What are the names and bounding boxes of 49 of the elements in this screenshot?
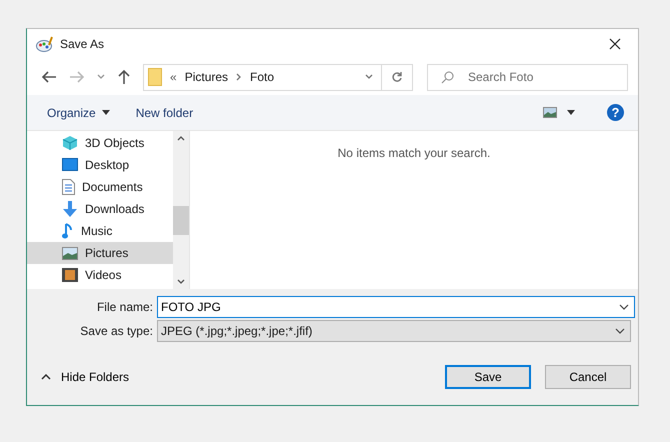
caret-icon [102, 110, 110, 115]
window-title: Save As [60, 37, 104, 51]
organize-menu-button[interactable]: Organize [39, 102, 118, 124]
chevron-down-icon[interactable] [619, 304, 629, 310]
breadcrumb-item[interactable]: Pictures [184, 70, 228, 84]
file-name-field[interactable]: FOTO JPG [157, 296, 635, 318]
sidebar-item[interactable]: Pictures [27, 242, 173, 264]
back-arrow-icon[interactable] [41, 70, 57, 84]
sidebar-item[interactable]: Downloads [27, 198, 173, 220]
breadcrumb-item[interactable]: Foto [250, 70, 274, 84]
save-button[interactable]: Save [445, 365, 531, 389]
sidebar-item[interactable]: Documents [27, 176, 173, 198]
picture-icon [62, 246, 78, 260]
down-arrow-icon [62, 201, 78, 217]
empty-message: No items match your search. [338, 146, 490, 160]
sidebar-item[interactable]: Videos [27, 264, 173, 286]
overflow-chevron[interactable]: « [170, 70, 177, 84]
scrollbar-thumb[interactable] [173, 206, 189, 235]
chevron-down-icon [615, 328, 625, 334]
monitor-icon [62, 158, 78, 172]
search-field[interactable]: Search Foto [427, 64, 628, 90]
palette-icon [36, 36, 54, 52]
hide-folders-button[interactable]: Hide Folders [41, 370, 130, 384]
chevron-down-icon[interactable] [365, 74, 373, 80]
refresh-icon[interactable] [391, 71, 403, 83]
sidebar-item[interactable]: Desktop [27, 154, 173, 176]
search-icon [441, 70, 454, 84]
new-folder-button[interactable]: New folder [128, 102, 202, 124]
film-icon [62, 268, 78, 282]
address-bar[interactable]: « Pictures Foto [143, 64, 413, 90]
folder-icon [148, 68, 162, 86]
document-icon [62, 179, 75, 195]
scroll-up-icon[interactable] [177, 136, 185, 141]
scroll-down-icon[interactable] [177, 279, 185, 284]
sidebar-item[interactable]: 3D Objects [27, 132, 173, 154]
music-note-icon [62, 223, 74, 239]
file-type-label: Save as type: [79, 324, 154, 338]
scrollbar[interactable] [173, 131, 189, 289]
breadcrumb-chevron-icon [236, 73, 242, 81]
dropdown-caret-icon[interactable] [567, 110, 575, 115]
up-arrow-icon[interactable] [117, 69, 131, 85]
cube-icon [62, 135, 78, 151]
cancel-button[interactable]: Cancel [545, 365, 631, 389]
help-button[interactable]: ? [607, 104, 624, 121]
file-type-dropdown[interactable]: JPEG (*.jpg;*.jpeg;*.jpe;*.jfif) [157, 320, 631, 342]
chevron-up-icon [41, 374, 51, 380]
view-options-icon[interactable] [543, 107, 557, 118]
file-name-label: File name: [96, 300, 154, 314]
sidebar-item[interactable]: Music [27, 220, 173, 242]
